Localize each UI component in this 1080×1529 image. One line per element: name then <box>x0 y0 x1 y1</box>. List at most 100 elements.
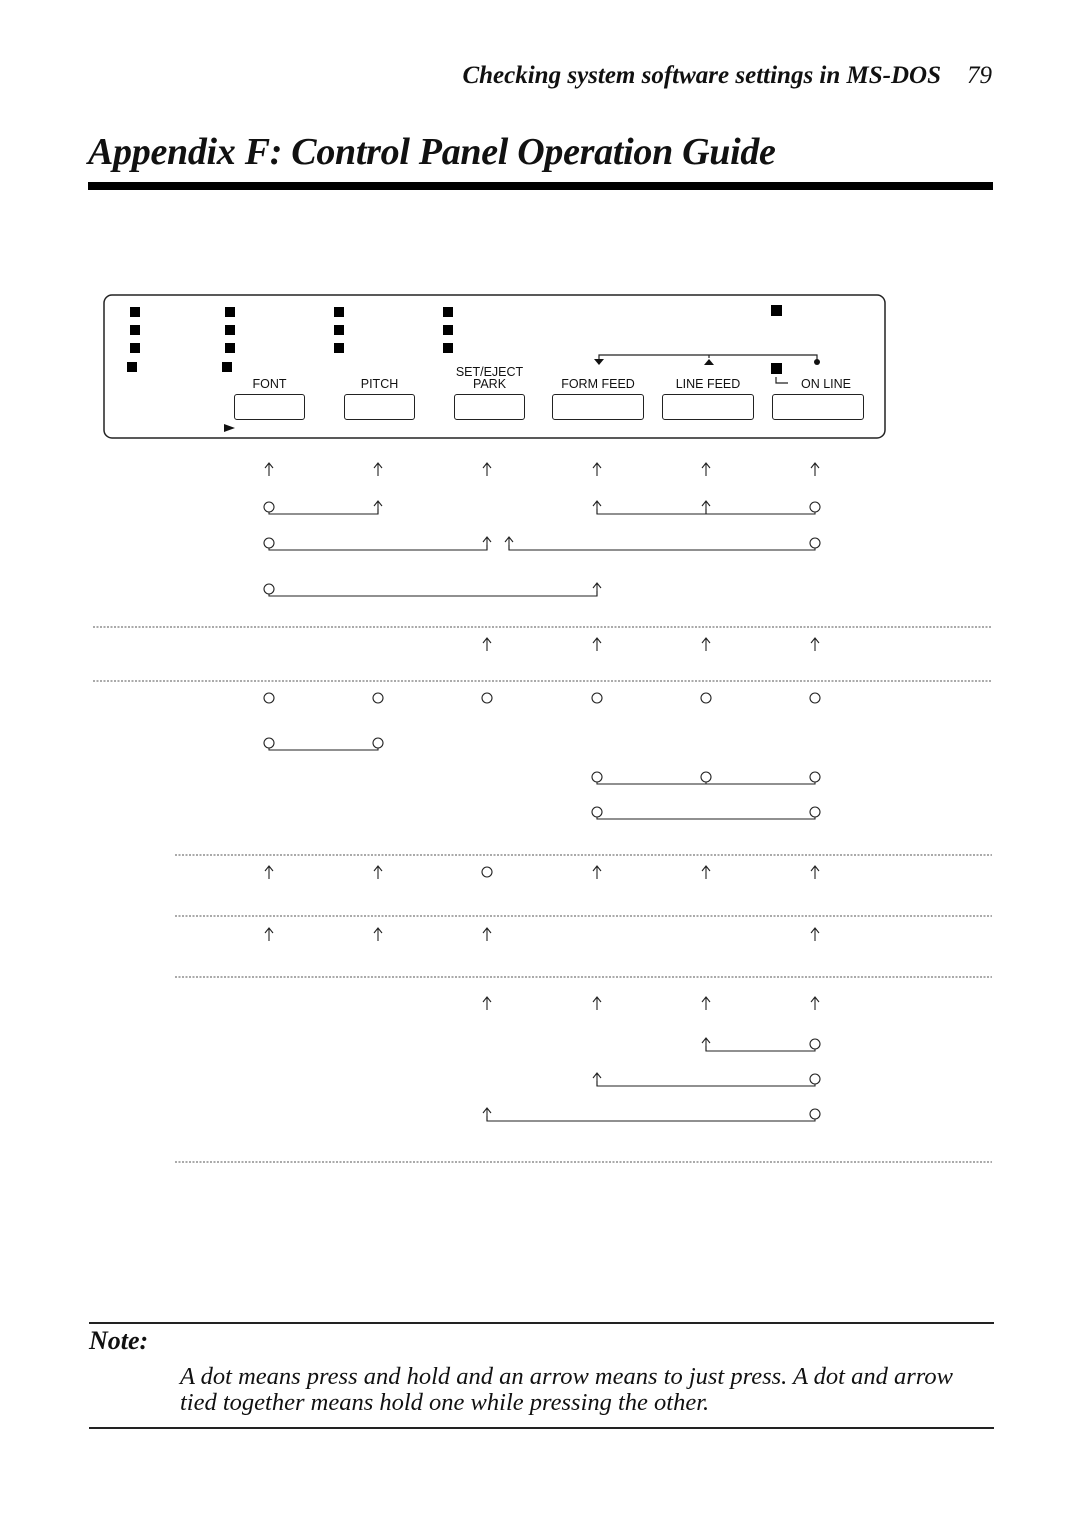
hold-circle-icon <box>591 806 603 818</box>
hold-circle-icon <box>809 537 821 549</box>
press-arrow-icon <box>592 865 602 879</box>
press-arrow-icon <box>482 1107 492 1121</box>
arrow-stroke <box>592 500 602 514</box>
indicator-led <box>225 325 235 335</box>
indicator-led <box>130 343 140 353</box>
press-arrow-icon <box>264 927 274 941</box>
press-arrow-icon <box>373 927 383 941</box>
arrow-stroke <box>373 500 383 514</box>
hold-circle-icon <box>809 806 821 818</box>
arrow-stroke <box>810 462 820 476</box>
combo-connector-line <box>596 814 816 820</box>
press-arrow-icon <box>592 1072 602 1086</box>
hold-circle-icon <box>809 1108 821 1120</box>
hold-circle-icon <box>263 692 275 704</box>
panel-button-form-feed[interactable] <box>552 394 644 420</box>
arrow-stroke <box>482 637 492 651</box>
press-arrow-icon <box>482 927 492 941</box>
power-led <box>771 305 782 316</box>
panel-button-set-eject[interactable] <box>454 394 525 420</box>
arrow-stroke <box>810 865 820 879</box>
combo-connector-line <box>508 545 816 551</box>
arrow-stroke <box>482 1107 492 1121</box>
press-arrow-icon <box>264 462 274 476</box>
online-led-connector <box>775 377 788 384</box>
backward-triangle-icon <box>594 359 604 365</box>
button-title: FORM FEED <box>561 377 635 391</box>
indicator-led <box>334 325 344 335</box>
press-arrow-icon <box>504 536 514 550</box>
indicator-led <box>225 307 235 317</box>
indicator-led <box>225 343 235 353</box>
arrow-stroke <box>482 536 492 550</box>
note-bottom-rule <box>89 1427 994 1429</box>
arrow-stroke <box>592 865 602 879</box>
hold-circle-icon <box>263 583 275 595</box>
press-arrow-icon <box>701 500 711 514</box>
hold-circle-icon <box>809 1038 821 1050</box>
combo-connector-line <box>705 1046 816 1052</box>
hold-circle-icon <box>700 771 712 783</box>
hold-circle-icon <box>263 501 275 513</box>
combo-connector-line <box>268 545 488 551</box>
hold-circle-icon <box>809 692 821 704</box>
indicator-led <box>130 325 140 335</box>
arrow-stroke <box>810 996 820 1010</box>
press-arrow-icon <box>264 865 274 879</box>
button-title: FONT <box>252 377 287 391</box>
arrow-stroke <box>373 462 383 476</box>
arrow-stroke <box>592 1072 602 1086</box>
button-title: ON LINE <box>800 377 852 391</box>
arrow-stroke <box>701 637 711 651</box>
note-label: Note: <box>89 1326 149 1355</box>
hold-circle-icon <box>591 771 603 783</box>
arrow-stroke <box>264 462 274 476</box>
press-arrow-icon <box>592 500 602 514</box>
indicator-led <box>443 325 453 335</box>
hold-circle-icon <box>809 501 821 513</box>
press-arrow-icon <box>373 462 383 476</box>
indicator-led <box>130 307 140 317</box>
press-arrow-icon <box>810 927 820 941</box>
arrow-stroke <box>482 996 492 1010</box>
arrow-stroke <box>701 996 711 1010</box>
arrow-stroke <box>264 865 274 879</box>
arrow-stroke <box>592 582 602 596</box>
button-title: PITCH <box>360 377 399 391</box>
panel-button-on-line[interactable] <box>772 394 864 420</box>
arrow-stroke <box>592 462 602 476</box>
press-arrow-icon <box>482 462 492 476</box>
indicator-led <box>222 362 232 372</box>
hold-circle-icon <box>809 1073 821 1085</box>
control-panel-diagram: FONT PITCH SET/EJECT PARK FORM FEED LINE FEED… <box>0 0 1080 1200</box>
hold-circle-icon <box>263 737 275 749</box>
indicator-led <box>443 343 453 353</box>
arrow-stroke <box>504 536 514 550</box>
hold-circle-icon <box>372 692 384 704</box>
press-arrow-icon <box>701 637 711 651</box>
press-arrow-icon <box>592 582 602 596</box>
press-arrow-icon <box>592 996 602 1010</box>
press-arrow-icon <box>482 637 492 651</box>
hold-circle-icon <box>481 866 493 878</box>
press-arrow-icon <box>810 996 820 1010</box>
press-arrow-icon <box>701 996 711 1010</box>
hold-circle-icon <box>481 692 493 704</box>
panel-button-font[interactable] <box>234 394 305 420</box>
button-title-line: PARK <box>472 377 507 391</box>
combo-connector-line <box>486 1116 816 1122</box>
arrow-stroke <box>701 1037 711 1051</box>
panel-button-pitch[interactable] <box>344 394 415 420</box>
arrow-stroke <box>592 996 602 1010</box>
arrow-stroke <box>810 927 820 941</box>
panel-button-line-feed[interactable] <box>662 394 754 420</box>
press-arrow-icon <box>592 462 602 476</box>
arrow-stroke <box>373 927 383 941</box>
arrow-stroke <box>482 462 492 476</box>
indicator-led <box>127 362 137 372</box>
arrow-stroke <box>701 500 711 514</box>
micro-feed-bracket <box>598 354 818 360</box>
micro-feed-dot-icon <box>814 359 820 365</box>
press-arrow-icon <box>701 1037 711 1051</box>
arrow-stroke <box>373 865 383 879</box>
